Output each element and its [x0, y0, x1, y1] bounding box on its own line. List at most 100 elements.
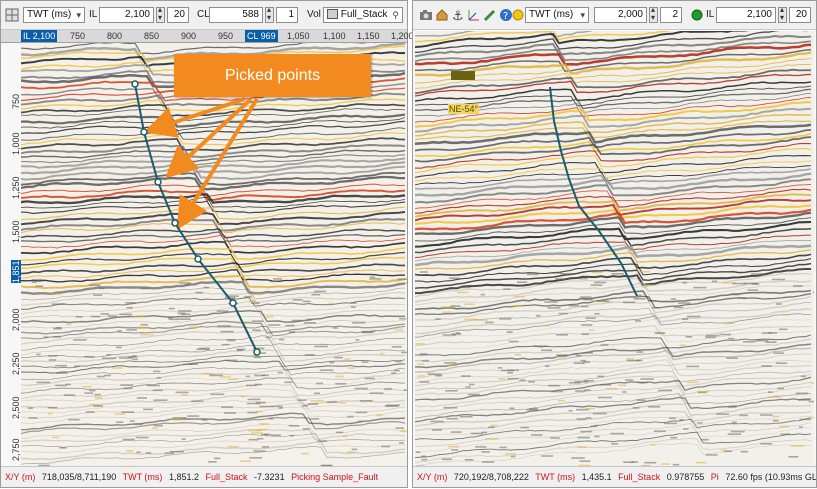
- left-cl-step-input[interactable]: 1: [276, 7, 298, 23]
- seismic-noise: [301, 452, 309, 455]
- seismic-reflector: [21, 437, 406, 454]
- seismic-noise: [581, 333, 590, 336]
- seismic-noise: [314, 392, 320, 395]
- grid-icon[interactable]: [5, 8, 19, 22]
- left-cl-stepper[interactable]: [265, 5, 274, 23]
- left-cl-label: CL: [197, 9, 210, 20]
- seismic-noise: [269, 418, 274, 420]
- seismic-noise: [528, 381, 535, 383]
- seismic-noise: [140, 323, 148, 326]
- seismic-noise: [432, 429, 442, 431]
- left-il-step-input[interactable]: 20: [167, 7, 189, 23]
- green-dot-icon[interactable]: [690, 8, 704, 22]
- seismic-noise: [760, 443, 773, 445]
- seismic-noise: [740, 450, 748, 453]
- seismic-noise: [335, 431, 344, 434]
- seismic-noise: [695, 461, 707, 464]
- camera-icon[interactable]: [419, 8, 433, 22]
- left-volume-select[interactable]: Full_Stack ⚲: [323, 7, 403, 23]
- seismic-noise: [705, 336, 716, 339]
- seismic-noise: [247, 411, 258, 414]
- left-cl-input[interactable]: 588: [209, 7, 263, 23]
- seismic-noise: [720, 449, 727, 452]
- wand-icon[interactable]: [483, 8, 497, 22]
- seismic-noise: [622, 301, 636, 304]
- seismic-noise: [251, 320, 264, 322]
- seismic-noise: [145, 452, 152, 454]
- right-seismic-canvas[interactable]: [415, 31, 814, 467]
- seismic-noise: [221, 343, 230, 346]
- seismic-noise: [731, 430, 745, 433]
- seismic-noise: [622, 391, 627, 393]
- seismic-noise: [520, 426, 529, 429]
- home-icon[interactable]: [435, 8, 449, 22]
- seismic-noise: [126, 306, 133, 309]
- seismic-noise: [291, 319, 302, 322]
- left-seismic-section: [21, 43, 407, 467]
- anchor-icon[interactable]: ⚓: [451, 8, 465, 24]
- seismic-noise: [582, 298, 593, 301]
- left-il-input[interactable]: 2,100: [99, 7, 154, 23]
- search-icon[interactable]: ⚲: [392, 9, 399, 21]
- left-vol-label: Vol: [307, 9, 321, 20]
- seismic-noise: [285, 324, 295, 327]
- right-value-stepper[interactable]: [649, 5, 658, 23]
- seismic-noise: [116, 346, 122, 349]
- seismic-noise: [597, 375, 605, 378]
- right-value-input[interactable]: 2,000: [594, 7, 647, 23]
- right-step-input[interactable]: 2: [660, 7, 682, 23]
- seismic-noise: [585, 407, 595, 410]
- seismic-noise: [236, 348, 246, 351]
- seismic-noise: [267, 324, 281, 326]
- right-seismic-volume: [415, 31, 814, 467]
- seismic-noise: [196, 348, 210, 351]
- seismic-noise: [252, 329, 261, 331]
- seismic-noise: [351, 322, 366, 324]
- seismic-noise: [697, 422, 703, 424]
- seismic-noise: [568, 305, 579, 307]
- seismic-noise: [102, 357, 116, 360]
- seismic-noise: [573, 353, 578, 355]
- seismic-noise: [306, 318, 312, 321]
- seismic-noise: [277, 371, 283, 374]
- left-volume-value: Full_Stack: [340, 9, 388, 20]
- right-il-input[interactable]: 2,100: [716, 7, 776, 23]
- axes-icon[interactable]: [467, 8, 481, 22]
- seismic-noise: [809, 416, 814, 419]
- seismic-noise: [129, 420, 135, 422]
- seismic-noise: [798, 399, 810, 401]
- seismic-noise: [640, 378, 654, 380]
- right-domain-select[interactable]: TWT (ms) ▾: [525, 7, 589, 23]
- right-il-step-input[interactable]: 20: [789, 7, 811, 23]
- seismic-noise: [712, 280, 718, 283]
- seismic-noise: [264, 433, 269, 436]
- seismic-noise: [335, 383, 346, 385]
- seismic-noise: [292, 299, 303, 301]
- seismic-noise: [139, 327, 151, 329]
- seismic-noise: [284, 381, 293, 384]
- seismic-noise: [551, 272, 563, 274]
- seismic-noise: [344, 358, 351, 360]
- seismic-noise: [224, 412, 236, 414]
- seismic-noise: [650, 444, 656, 446]
- seismic-noise: [346, 451, 355, 453]
- seismic-noise: [517, 281, 528, 283]
- seismic-noise: [334, 356, 343, 359]
- seismic-noise: [580, 430, 593, 433]
- seismic-noise: [742, 341, 756, 343]
- seismic-noise: [737, 297, 747, 299]
- seismic-noise: [228, 378, 238, 380]
- seismic-noise: [765, 341, 777, 343]
- seismic-noise: [350, 306, 356, 308]
- right-il-stepper[interactable]: [778, 5, 787, 23]
- yellow-dot-icon[interactable]: [511, 8, 525, 22]
- left-ruler: IL 2,100 750 800 850 900 950 CL 969 1,05…: [1, 30, 414, 43]
- left-domain-select[interactable]: TWT (ms) ▾: [23, 7, 85, 23]
- left-seismic-canvas[interactable]: [21, 43, 407, 467]
- seismic-noise: [488, 426, 495, 429]
- seismic-noise: [225, 295, 239, 297]
- seismic-noise: [461, 375, 471, 377]
- seismic-noise: [120, 384, 134, 386]
- left-il-stepper[interactable]: [156, 5, 165, 23]
- seismic-noise: [279, 338, 285, 341]
